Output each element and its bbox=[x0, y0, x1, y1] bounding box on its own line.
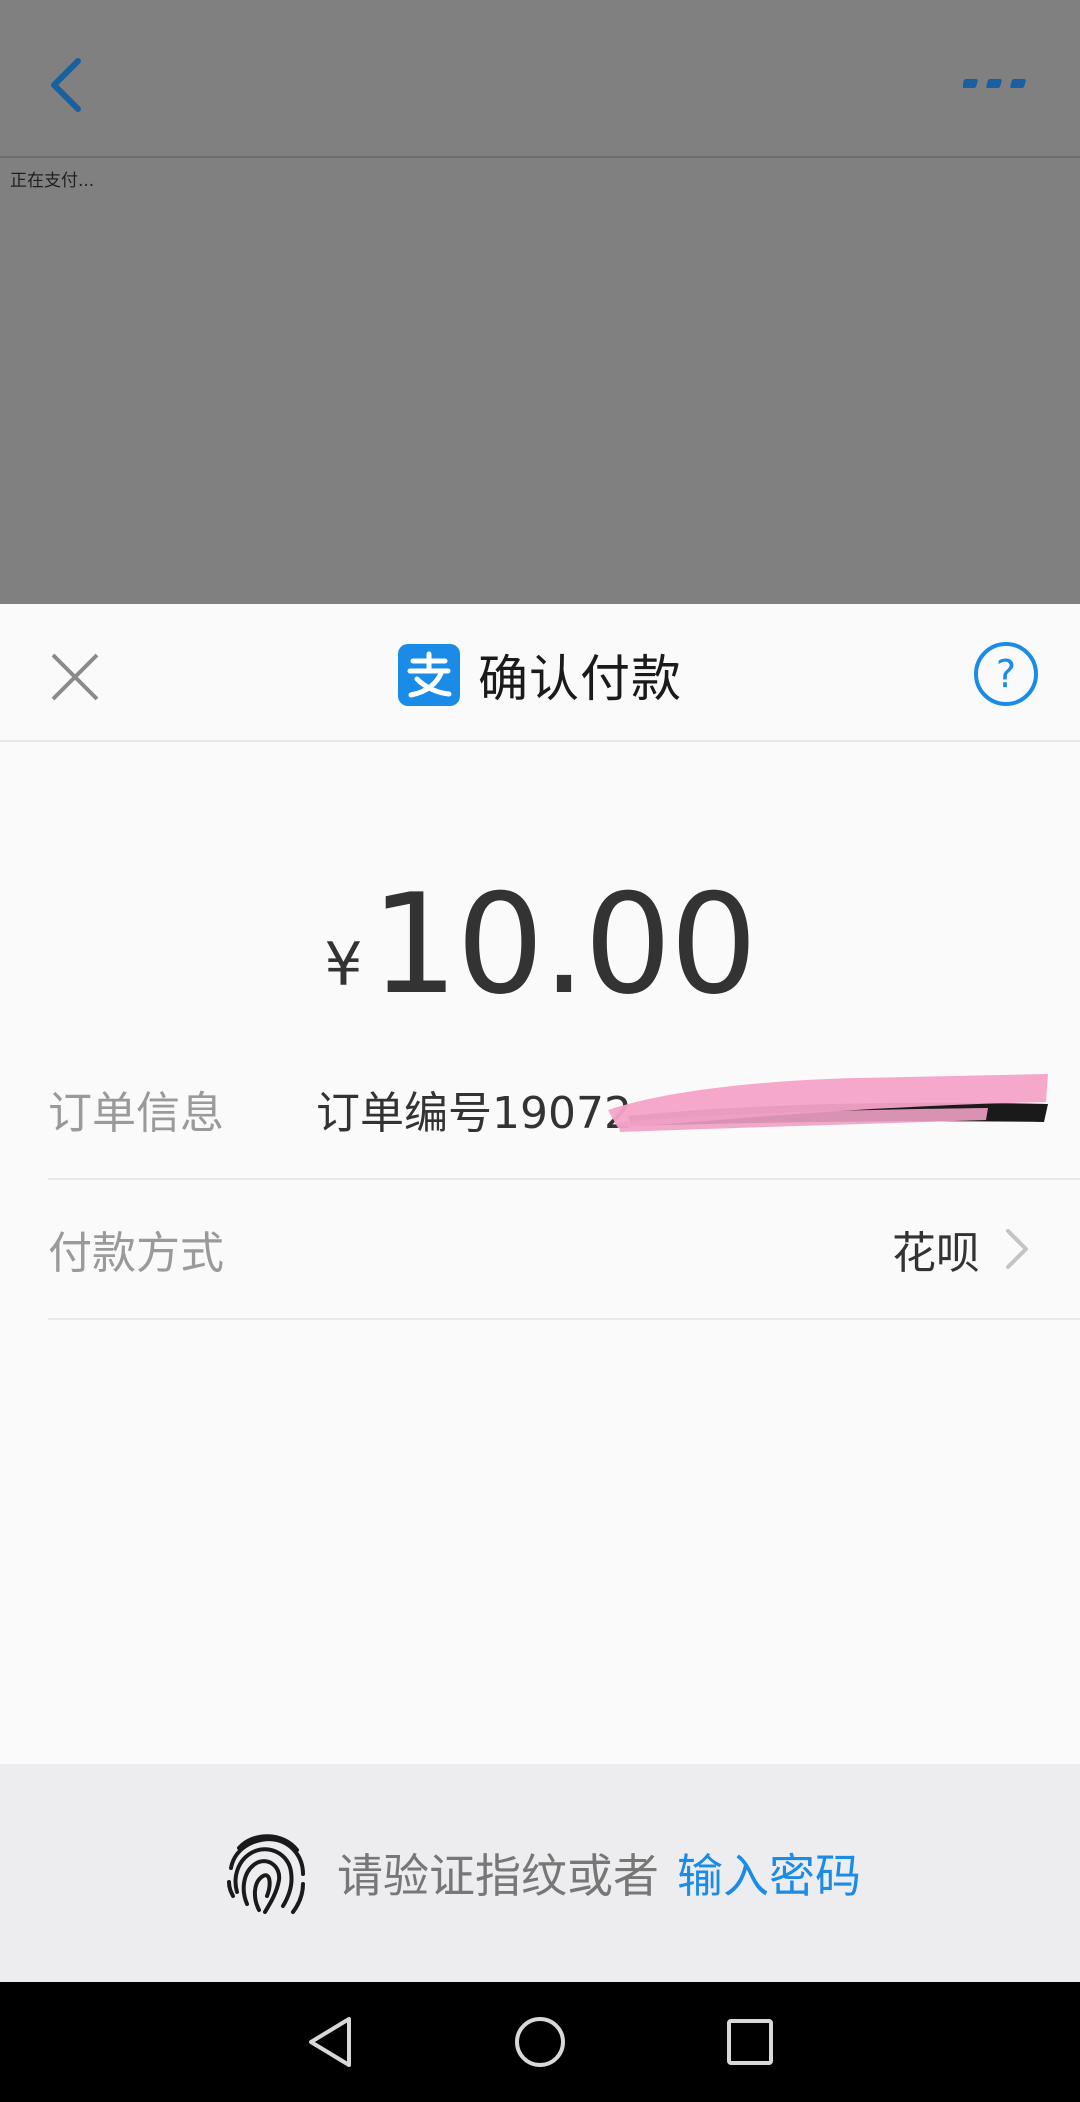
payment-amount: 10.00 bbox=[370, 864, 758, 1025]
payment-method-label: 付款方式 bbox=[48, 1228, 224, 1279]
payment-method-value-wrap: 花呗 bbox=[316, 1217, 1080, 1281]
sheet-title-group: 确认付款 bbox=[0, 640, 1080, 710]
top-bar bbox=[0, 0, 1080, 158]
currency-symbol: ¥ bbox=[324, 930, 363, 1000]
nav-recent-icon bbox=[727, 2019, 773, 2065]
chevron-left-icon bbox=[51, 58, 81, 112]
back-button[interactable] bbox=[36, 50, 96, 120]
order-number: 订单编号19072 bbox=[316, 1088, 632, 1139]
enter-password-link[interactable]: 输入密码 bbox=[677, 1840, 861, 1906]
help-button[interactable]: ? bbox=[974, 642, 1038, 706]
loading-text: 正在支付... bbox=[10, 171, 95, 191]
amount-display: ¥ 10.00 bbox=[0, 874, 1080, 1014]
chevron-right-icon bbox=[1006, 1229, 1028, 1269]
system-nav-bar bbox=[0, 1982, 1080, 2102]
nav-back-button[interactable] bbox=[300, 2012, 360, 2072]
more-button[interactable] bbox=[956, 58, 1036, 108]
screen: 正在支付... 确认付款 ? ¥ 10.00 订单信息 订单编号19072 付款… bbox=[0, 0, 1080, 2102]
fingerprint-prompt: 请验证指纹或者 bbox=[337, 1849, 659, 1903]
nav-recent-button[interactable] bbox=[720, 2012, 780, 2072]
help-icon: ? bbox=[995, 652, 1017, 696]
alipay-logo-icon bbox=[398, 644, 460, 706]
nav-home-icon bbox=[515, 2017, 565, 2067]
fingerprint-icon bbox=[227, 1834, 305, 1914]
order-info-label: 订单信息 bbox=[48, 1088, 224, 1139]
sheet-header: 确认付款 ? bbox=[0, 604, 1080, 742]
more-dots-icon bbox=[963, 79, 1026, 88]
dimmed-page[interactable]: 正在支付... bbox=[0, 0, 1080, 604]
redaction-scribble bbox=[608, 1074, 1048, 1132]
order-info-row: 订单信息 订单编号19072 bbox=[48, 1040, 1080, 1180]
nav-back-icon bbox=[309, 2017, 351, 2067]
payment-method-value: 花呗 bbox=[892, 1228, 980, 1279]
fingerprint-verify-bar: 请验证指纹或者 输入密码 bbox=[0, 1764, 1080, 1982]
payment-sheet: 确认付款 ? ¥ 10.00 订单信息 订单编号19072 付款方式 花呗 请验… bbox=[0, 604, 1080, 1982]
payment-method-row[interactable]: 付款方式 花呗 bbox=[48, 1180, 1080, 1320]
nav-home-button[interactable] bbox=[510, 2012, 570, 2072]
sheet-title: 确认付款 bbox=[478, 650, 682, 708]
